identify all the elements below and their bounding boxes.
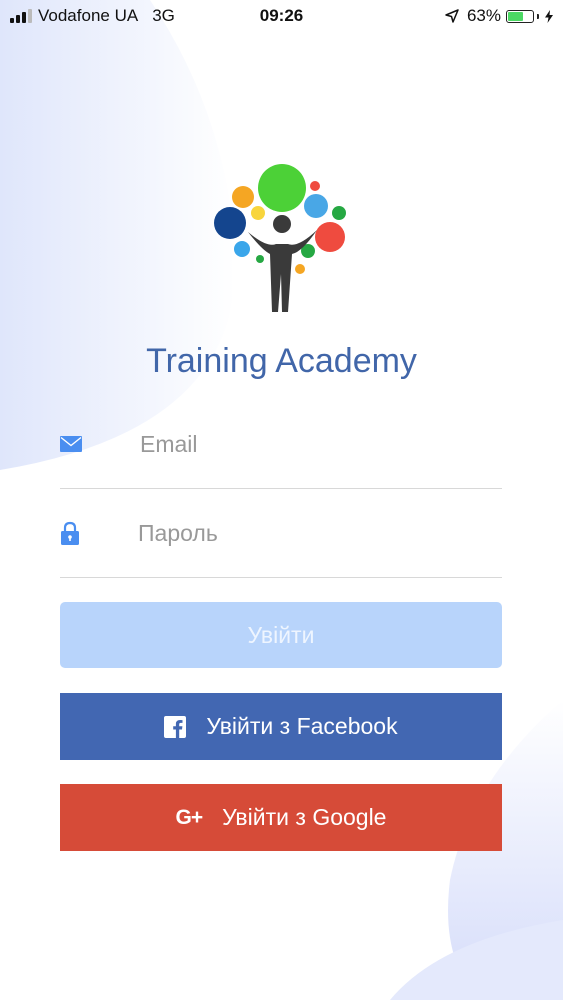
training-academy-logo — [214, 164, 346, 312]
facebook-icon — [164, 715, 187, 738]
status-right: 63% — [445, 6, 553, 26]
status-bar: Vodafone UA 3G 09:26 63% — [0, 0, 563, 32]
lightning-bolt-icon — [545, 9, 553, 23]
password-field-row — [60, 517, 502, 578]
mail-icon — [60, 436, 82, 452]
app-title: Training Academy — [146, 342, 417, 380]
lock-icon — [61, 521, 79, 545]
location-arrow-icon — [445, 9, 459, 23]
battery-percent: 63% — [466, 6, 501, 25]
login-button-label: Увійти — [247, 621, 315, 648]
facebook-login-label: Увійти з Facebook — [206, 713, 398, 739]
battery-icon — [506, 9, 534, 23]
google-login-button[interactable]: G+ Увійти з Google — [60, 784, 502, 851]
login-button[interactable]: Увійти — [60, 602, 502, 668]
password-input[interactable] — [138, 517, 478, 549]
battery-cap — [537, 13, 539, 19]
google-login-label: Увійти з Google — [222, 804, 387, 830]
facebook-icon-wrap — [164, 715, 187, 738]
email-input[interactable] — [140, 428, 480, 460]
facebook-login-button[interactable]: Увійти з Facebook — [60, 693, 502, 760]
email-field-row — [60, 428, 502, 489]
battery-level-fill — [508, 11, 524, 21]
google-plus-icon: G+ — [175, 805, 204, 829]
